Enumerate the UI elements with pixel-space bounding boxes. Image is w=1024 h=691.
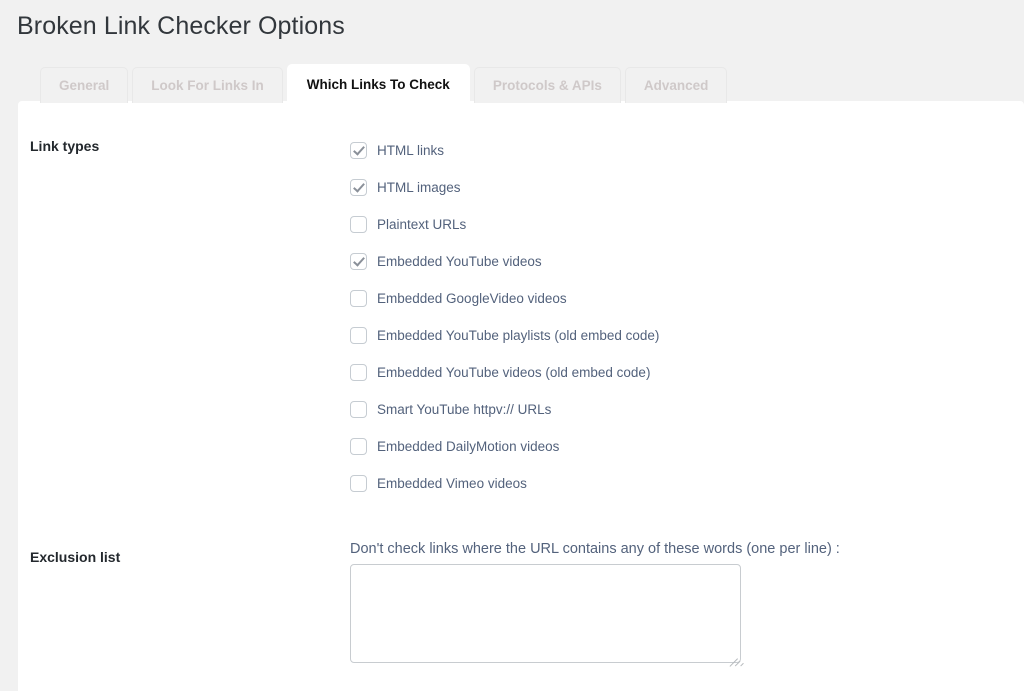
checkbox-row-embedded-vimeo-videos[interactable]: Embedded Vimeo videos: [350, 465, 659, 502]
checkbox-row-embedded-googlevideo-videos[interactable]: Embedded GoogleVideo videos: [350, 280, 659, 317]
checkbox-html-images[interactable]: [350, 179, 367, 196]
checkbox-row-smart-youtube-httpv-urls[interactable]: Smart YouTube httpv:// URLs: [350, 391, 659, 428]
checkbox-label-html-images: HTML images: [377, 180, 461, 195]
checkbox-embedded-youtube-playlists-old[interactable]: [350, 327, 367, 344]
checkbox-smart-youtube-httpv-urls[interactable]: [350, 401, 367, 418]
checkbox-row-embedded-youtube-videos[interactable]: Embedded YouTube videos: [350, 243, 659, 280]
checkbox-embedded-youtube-videos[interactable]: [350, 253, 367, 270]
exclusion-list-textarea[interactable]: [350, 564, 741, 663]
exclusion-list-heading: Don't check links where the URL contains…: [350, 541, 840, 557]
checkbox-label-embedded-dailymotion-videos: Embedded DailyMotion videos: [377, 439, 560, 454]
checkbox-row-embedded-youtube-videos-old[interactable]: Embedded YouTube videos (old embed code): [350, 354, 659, 391]
checkbox-embedded-googlevideo-videos[interactable]: [350, 290, 367, 307]
checkbox-label-embedded-vimeo-videos: Embedded Vimeo videos: [377, 476, 527, 491]
checkbox-row-plaintext-urls[interactable]: Plaintext URLs: [350, 206, 659, 243]
checkbox-embedded-dailymotion-videos[interactable]: [350, 438, 367, 455]
link-types-label: Link types: [30, 138, 100, 154]
checkbox-label-embedded-youtube-playlists-old: Embedded YouTube playlists (old embed co…: [377, 328, 660, 343]
checkbox-row-html-links[interactable]: HTML links: [350, 132, 659, 169]
tab-protocols-and-apis[interactable]: Protocols & APIs: [473, 67, 621, 103]
checkbox-label-plaintext-urls: Plaintext URLs: [377, 217, 467, 232]
exclusion-list-field: Don't check links where the URL contains…: [350, 539, 840, 667]
checkbox-label-embedded-googlevideo-videos: Embedded GoogleVideo videos: [377, 291, 567, 306]
checkbox-row-html-images[interactable]: HTML images: [350, 169, 659, 206]
page-title: Broken Link Checker Options: [17, 12, 345, 40]
checkbox-embedded-vimeo-videos[interactable]: [350, 475, 367, 492]
exclusion-textarea-wrapper: [350, 564, 743, 667]
checkbox-embedded-youtube-videos-old[interactable]: [350, 364, 367, 381]
tab-which-links-to-check[interactable]: Which Links To Check: [286, 65, 470, 103]
checkbox-label-smart-youtube-httpv-urls: Smart YouTube httpv:// URLs: [377, 402, 552, 417]
tab-general[interactable]: General: [40, 67, 129, 103]
checkbox-plaintext-urls[interactable]: [350, 216, 367, 233]
checkbox-label-embedded-youtube-videos: Embedded YouTube videos: [377, 254, 542, 269]
checkbox-row-embedded-youtube-playlists-old[interactable]: Embedded YouTube playlists (old embed co…: [350, 317, 659, 354]
tab-advanced[interactable]: Advanced: [624, 67, 728, 103]
tab-strip: General Look For Links In Which Links To…: [40, 65, 728, 103]
checkbox-html-links[interactable]: [350, 142, 367, 159]
checkbox-label-embedded-youtube-videos-old: Embedded YouTube videos (old embed code): [377, 365, 651, 380]
options-panel: Link types HTML links HTML images Plaint…: [18, 101, 1024, 691]
tab-look-for-links-in[interactable]: Look For Links In: [132, 67, 283, 103]
checkbox-label-html-links: HTML links: [377, 143, 445, 158]
checkbox-row-embedded-dailymotion-videos[interactable]: Embedded DailyMotion videos: [350, 428, 659, 465]
exclusion-list-label: Exclusion list: [30, 549, 121, 565]
link-types-checkbox-list: HTML links HTML images Plaintext URLs Em…: [350, 132, 659, 502]
